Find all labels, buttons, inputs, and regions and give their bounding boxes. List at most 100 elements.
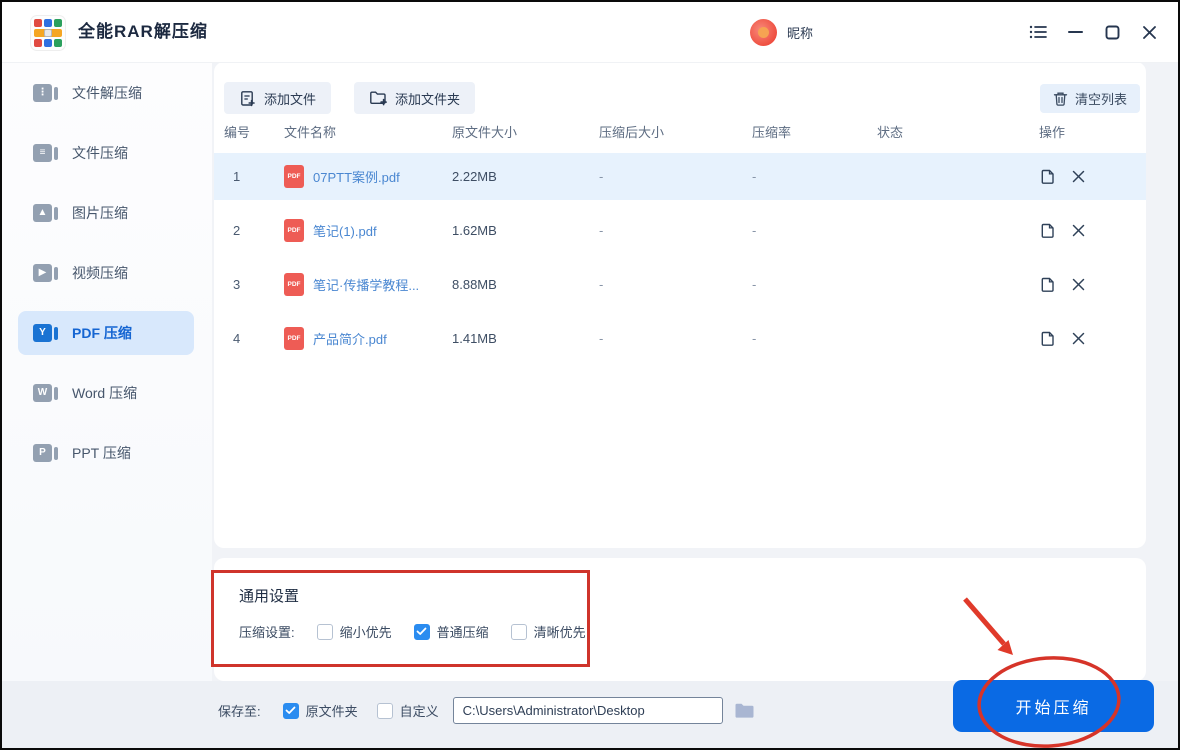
compress-ratio: -	[752, 331, 757, 346]
col-filename: 文件名称	[284, 125, 337, 140]
sidebar-item-pdf-compress[interactable]: Y PDF 压缩	[18, 311, 194, 355]
app-title: 全能RAR解压缩	[78, 22, 208, 41]
table-row: 4 PDF 产品简介.pdf 1.41MB - -	[214, 315, 1146, 362]
save-to-label: 保存至:	[218, 704, 261, 719]
sidebar-item-file-compress[interactable]: ≡ 文件压缩	[18, 131, 194, 175]
option-label: 清晰优先	[533, 625, 586, 640]
add-file-button[interactable]: 添加文件	[224, 82, 332, 114]
file-size: 2.22MB	[452, 169, 497, 184]
row-number: 4	[233, 331, 241, 346]
file-list-panel: 添加文件 添加文件夹 清空列表 编号 文件名称 原文件大小 压缩后大小 压缩率 …	[214, 62, 1146, 548]
option-original-folder[interactable]: 原文件夹	[282, 701, 358, 720]
open-file-icon[interactable]	[1039, 330, 1056, 348]
sidebar-item-ppt-compress[interactable]: P PPT 压缩	[18, 431, 194, 475]
pdf-file-icon: PDF	[284, 273, 304, 296]
sidebar-item-word-compress[interactable]: W Word 压缩	[18, 371, 194, 415]
settings-title: 通用设置	[239, 588, 300, 605]
clear-list-label: 清空列表	[1074, 92, 1127, 107]
sidebar-item-label: 视频压缩	[72, 265, 128, 281]
save-path-input[interactable]	[452, 697, 723, 724]
col-ratio: 压缩率	[752, 125, 792, 140]
file-name: 笔记(1).pdf	[313, 224, 377, 239]
option-normal-compress[interactable]: 普通压缩	[413, 622, 489, 641]
checkbox-checked[interactable]	[413, 623, 430, 640]
browse-folder-icon[interactable]	[734, 702, 755, 719]
sidebar-item-label: 文件解压缩	[72, 85, 142, 101]
start-compress-button[interactable]: 开始压缩	[953, 680, 1154, 732]
menu-list-icon[interactable]	[1027, 21, 1049, 43]
file-size: 1.41MB	[452, 331, 497, 346]
option-label: 原文件夹	[305, 704, 358, 719]
sidebar-item-image-compress[interactable]: ▲ 图片压缩	[18, 191, 194, 235]
compress-setting-label: 压缩设置:	[239, 625, 295, 640]
checkbox-unchecked[interactable]	[316, 623, 333, 640]
close-icon[interactable]	[1138, 21, 1160, 43]
checkbox-checked[interactable]	[282, 702, 299, 719]
file-compress-icon: ≡	[33, 144, 58, 162]
clear-list-button[interactable]: 清空列表	[1039, 84, 1140, 113]
pdf-file-icon: PDF	[284, 165, 304, 188]
option-label: 自定义	[399, 704, 439, 719]
avatar[interactable]	[750, 18, 777, 46]
file-size: 1.62MB	[452, 223, 497, 238]
maximize-icon[interactable]	[1101, 21, 1123, 43]
col-compressed-size: 压缩后大小	[599, 125, 665, 140]
option-label: 缩小优先	[339, 625, 392, 640]
video-compress-icon: ▶	[33, 264, 58, 282]
trash-icon	[1053, 91, 1068, 107]
open-file-icon[interactable]	[1039, 222, 1056, 240]
remove-file-icon[interactable]	[1071, 331, 1086, 346]
add-folder-button[interactable]: 添加文件夹	[354, 82, 476, 114]
table-row: 1 PDF 07PTT案例.pdf 2.22MB - -	[214, 153, 1146, 200]
row-number: 2	[233, 223, 241, 238]
file-name: 07PTT案例.pdf	[313, 170, 400, 185]
file-name: 笔记·传播学教程...	[313, 278, 420, 293]
sidebar-item-label: PDF 压缩	[72, 325, 132, 341]
remove-file-icon[interactable]	[1071, 223, 1086, 238]
compress-ratio: -	[752, 223, 757, 238]
sidebar: ⋮ 文件解压缩 ≡ 文件压缩 ▲ 图片压缩 ▶ 视频压缩 Y PDF 压缩 W …	[2, 62, 212, 681]
sidebar-item-label: Word 压缩	[72, 385, 138, 401]
sidebar-item-file-unzip[interactable]: ⋮ 文件解压缩	[18, 71, 194, 115]
title-bar: 全能RAR解压缩 昵称	[2, 2, 1178, 62]
checkbox-unchecked[interactable]	[510, 623, 527, 640]
open-file-icon[interactable]	[1039, 276, 1056, 294]
table-row: 3 PDF 笔记·传播学教程... 8.88MB - -	[214, 261, 1146, 308]
row-number: 3	[233, 277, 241, 292]
compressed-size: -	[599, 277, 604, 292]
add-folder-icon	[369, 90, 387, 106]
option-clarity-priority[interactable]: 清晰优先	[510, 622, 586, 641]
ppt-compress-icon: P	[33, 444, 58, 462]
compress-ratio: -	[752, 169, 757, 184]
pdf-compress-icon: Y	[33, 324, 58, 342]
col-original-size: 原文件大小	[452, 125, 518, 140]
sidebar-item-label: 文件压缩	[72, 145, 128, 161]
compressed-size: -	[599, 169, 604, 184]
app-logo-icon	[30, 15, 66, 51]
window-controls	[1027, 2, 1160, 62]
col-status: 状态	[877, 125, 904, 140]
open-file-icon[interactable]	[1039, 168, 1056, 186]
table-body: 1 PDF 07PTT案例.pdf 2.22MB - - 2 PDF 笔记(1).p…	[214, 153, 1146, 369]
add-file-icon	[239, 90, 256, 107]
option-shrink-priority[interactable]: 缩小优先	[316, 622, 392, 641]
checkbox-unchecked[interactable]	[376, 702, 393, 719]
compressed-size: -	[599, 331, 604, 346]
col-number: 编号	[224, 125, 251, 140]
option-label: 普通压缩	[436, 625, 489, 640]
file-size: 8.88MB	[452, 277, 497, 292]
sidebar-item-video-compress[interactable]: ▶ 视频压缩	[18, 251, 194, 295]
remove-file-icon[interactable]	[1071, 277, 1086, 292]
pdf-file-icon: PDF	[284, 219, 304, 242]
compress-ratio: -	[752, 277, 757, 292]
table-header: 编号 文件名称 原文件大小 压缩后大小 压缩率 状态 操作	[214, 122, 1146, 141]
file-name: 产品简介.pdf	[313, 332, 387, 347]
user-nickname: 昵称	[787, 25, 814, 41]
compressed-size: -	[599, 223, 604, 238]
minimize-icon[interactable]	[1064, 21, 1086, 43]
table-row: 2 PDF 笔记(1).pdf 1.62MB - -	[214, 207, 1146, 254]
remove-file-icon[interactable]	[1071, 169, 1086, 184]
add-folder-label: 添加文件夹	[395, 91, 461, 107]
option-custom-path[interactable]: 自定义	[376, 701, 439, 720]
user-account[interactable]: 昵称	[750, 2, 813, 62]
